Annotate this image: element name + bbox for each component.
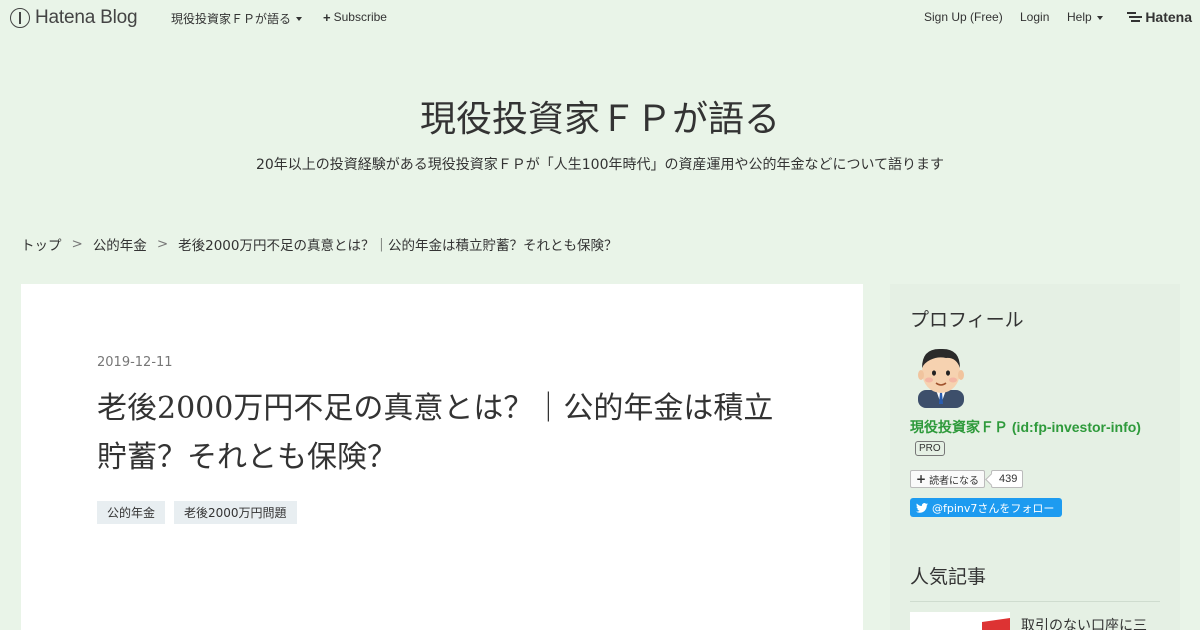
breadcrumb-current: 老後2000万円不足の真意とは？｜公的年金は積立貯蓄？それとも保険？ <box>178 238 618 254</box>
avatar-icon <box>918 348 964 408</box>
entry-title[interactable]: 老後2000万円不足の真意とは？｜公的年金は積立貯蓄？それとも保険？ <box>97 384 797 482</box>
hatena-blog-logo-icon <box>10 8 30 28</box>
avatar[interactable] <box>910 344 972 408</box>
blog-description: 20年以上の投資経験がある現役投資家ＦＰが「人生100年時代」の資産運用や公的年… <box>255 157 945 173</box>
subscriber-count: 439 <box>991 470 1024 488</box>
breadcrumb-top[interactable]: トップ <box>21 234 62 254</box>
breadcrumb: トップ > 公的年金 > 老後2000万円不足の真意とは？｜公的年金は積立貯蓄？… <box>21 234 617 254</box>
breadcrumb-separator: > <box>71 236 83 252</box>
hatena-blog-logo[interactable]: Hatena Blog <box>10 7 138 29</box>
subscribe-label: Subscribe <box>333 10 387 24</box>
plus-icon: + <box>916 472 927 486</box>
plus-icon: + <box>323 9 331 25</box>
subscribe-link[interactable]: + Subscribe <box>323 10 387 24</box>
blog-menu-label: 現役投資家ＦＰが語る <box>171 12 292 26</box>
subscribe-button-label: 読者になる <box>929 475 980 487</box>
hatena-brand-icon <box>1127 11 1143 23</box>
login-link[interactable]: Login <box>1020 10 1049 24</box>
popular-entry-thumbnail[interactable] <box>910 612 1010 630</box>
twitter-follow-button[interactable]: @fpinv7さんをフォロー <box>910 498 1063 517</box>
sidebar: プロフィール 現役投資家ＦＰ (id:fp-investor-info) PRO… <box>890 284 1180 630</box>
help-dropdown[interactable]: Help <box>1067 10 1103 24</box>
logo-text: Hatena Blog <box>35 7 138 28</box>
entry-card: 2019-12-11 老後2000万円不足の真意とは？｜公的年金は積立貯蓄？それ… <box>21 284 863 630</box>
profile-name-link[interactable]: 現役投資家ＦＰ (id:fp-investor-info) <box>910 417 1141 437</box>
twitter-bird-icon <box>916 502 928 513</box>
help-label: Help <box>1067 10 1092 24</box>
brand-text: Hatena <box>1145 9 1192 25</box>
breadcrumb-category[interactable]: 公的年金 <box>93 234 147 254</box>
chevron-down-icon <box>1096 15 1103 20</box>
pro-badge: PRO <box>915 441 945 456</box>
entry-date: 2019-12-11 <box>97 355 173 370</box>
profile-heading: プロフィール <box>910 309 1024 331</box>
blog-menu-dropdown[interactable]: 現役投資家ＦＰが語る <box>171 10 303 27</box>
twitter-follow-label: @fpinv7さんをフォロー <box>932 501 1055 515</box>
entry-categories: 公的年金 老後2000万円問題 <box>97 501 297 524</box>
divider <box>910 601 1160 602</box>
breadcrumb-separator: > <box>156 236 169 252</box>
signup-link[interactable]: Sign Up (Free) <box>924 10 1003 24</box>
popular-entry-title[interactable]: 取引のない口座に三 <box>1021 615 1147 630</box>
category-tag[interactable]: 公的年金 <box>97 501 166 524</box>
hatena-brand-link[interactable]: Hatena <box>1127 9 1192 25</box>
category-tag[interactable]: 老後2000万円問題 <box>174 501 297 524</box>
subscribe-button[interactable]: + 読者になる <box>910 470 986 488</box>
popular-heading: 人気記事 <box>910 566 987 588</box>
global-header: Hatena Blog 現役投資家ＦＰが語る + Subscribe Sign … <box>0 0 1200 36</box>
chevron-down-icon <box>296 17 303 21</box>
blog-title[interactable]: 現役投資家ＦＰが語る <box>0 90 1200 142</box>
